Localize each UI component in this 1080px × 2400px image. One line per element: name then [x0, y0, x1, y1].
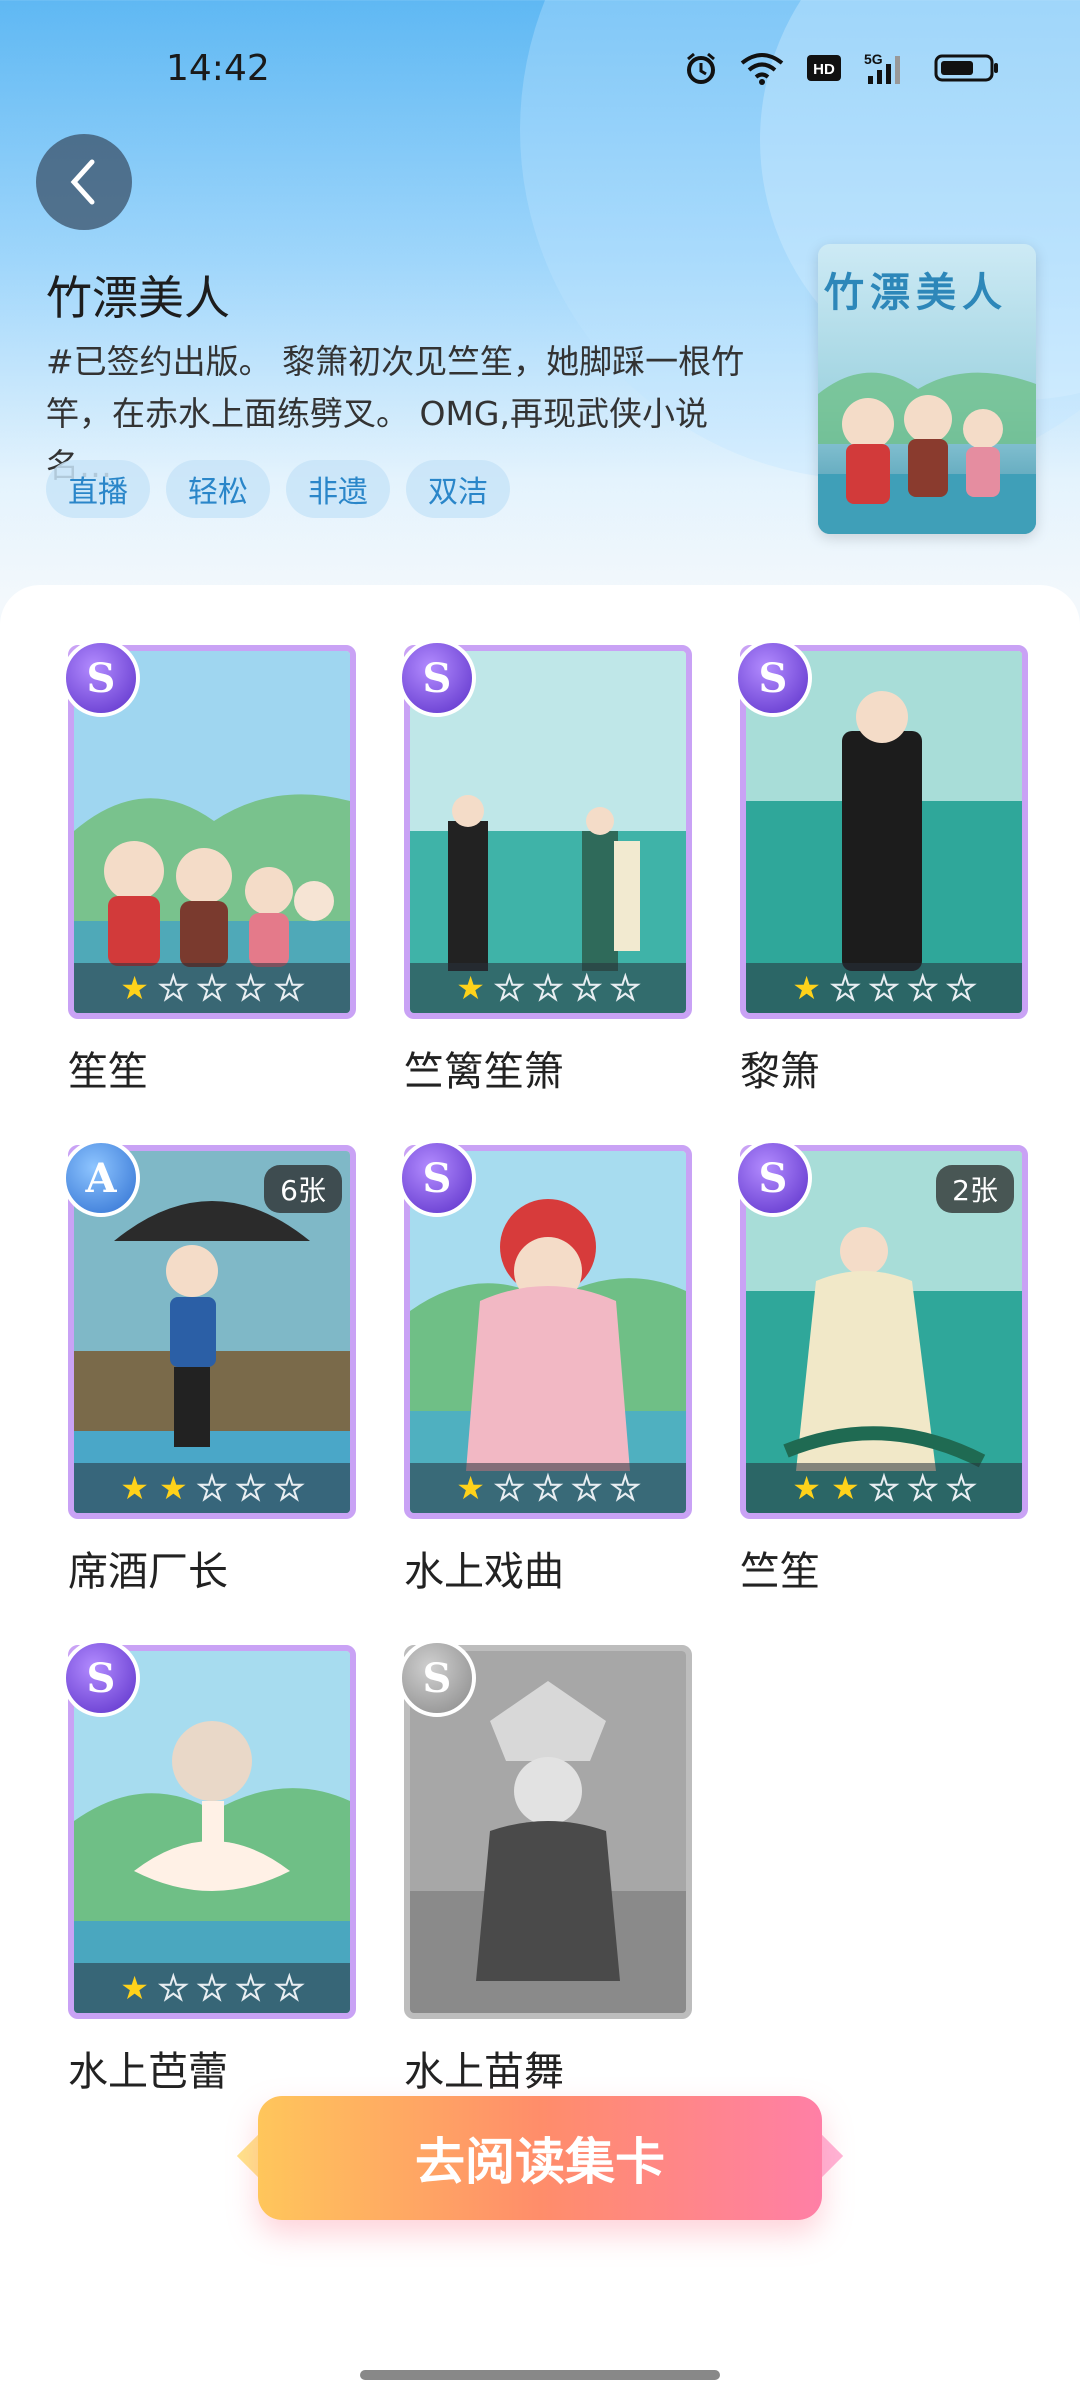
card-item[interactable]: ★ ★ ★ ★ ★ S 水上芭蕾	[62, 1639, 368, 2097]
card-name: 黎箫	[740, 1049, 820, 1095]
card-item[interactable]: ★ ★ ★ ★ ★ S 笙笙	[62, 639, 368, 1097]
star-empty-icon: ★	[158, 1969, 189, 2007]
star-empty-icon: ★	[235, 1469, 266, 1507]
star-empty-icon: ★	[946, 1469, 977, 1507]
book-cover[interactable]: 竹漂美人	[818, 244, 1036, 534]
star-rating: ★ ★ ★ ★ ★	[410, 1463, 686, 1513]
star-rating: ★ ★ ★ ★ ★	[74, 1463, 350, 1513]
book-title: 竹漂美人	[46, 271, 230, 325]
svg-text:HD: HD	[813, 61, 835, 78]
star-empty-icon: ★	[533, 1469, 564, 1507]
star-empty-icon: ★	[610, 1469, 641, 1507]
star-rating: ★ ★ ★ ★ ★	[410, 963, 686, 1013]
star-empty-icon: ★	[869, 1469, 900, 1507]
star-empty-icon: ★	[869, 969, 900, 1007]
rarity-badge: A	[62, 1139, 140, 1217]
star-rating: ★ ★ ★ ★ ★	[74, 963, 350, 1013]
star-empty-icon: ★	[830, 969, 861, 1007]
star-empty-icon: ★	[494, 969, 525, 1007]
signal-5g-icon: 5G	[864, 50, 912, 86]
chevron-left-icon	[70, 159, 95, 205]
star-filled-icon: ★	[456, 1469, 485, 1507]
star-filled-icon: ★	[120, 1469, 149, 1507]
card-name: 水上戏曲	[404, 1549, 564, 1595]
star-empty-icon: ★	[907, 1469, 938, 1507]
tag[interactable]: 轻松	[166, 460, 270, 518]
back-button[interactable]	[36, 134, 132, 230]
star-empty-icon: ★	[274, 1469, 305, 1507]
card-name: 水上苗舞	[404, 2049, 564, 2095]
tag-list: 直播 轻松 非遗 双洁	[46, 460, 510, 518]
rarity-badge: S	[734, 1139, 812, 1217]
tag[interactable]: 双洁	[406, 460, 510, 518]
read-collect-cards-button[interactable]: 去阅读集卡	[258, 2096, 822, 2220]
star-empty-icon: ★	[197, 1969, 228, 2007]
card-item[interactable]: 6张 ★ ★ ★ ★ ★ A 席酒厂长	[62, 1139, 368, 1597]
star-empty-icon: ★	[197, 969, 228, 1007]
card-count-badge: 6张	[264, 1165, 342, 1213]
wifi-icon	[740, 50, 784, 86]
hd-icon: HD	[806, 50, 842, 86]
star-empty-icon: ★	[158, 969, 189, 1007]
star-rating: ★ ★ ★ ★ ★	[74, 1963, 350, 2013]
star-empty-icon: ★	[610, 969, 641, 1007]
rarity-badge: S	[398, 1139, 476, 1217]
battery-icon	[934, 50, 1000, 86]
card-item-locked[interactable]: S 水上苗舞	[398, 1639, 704, 2097]
star-rating: ★ ★ ★ ★ ★	[746, 963, 1022, 1013]
status-bar: 14:42 HD 5G	[0, 0, 1080, 140]
tag[interactable]: 直播	[46, 460, 150, 518]
star-filled-icon: ★	[456, 969, 485, 1007]
star-filled-icon: ★	[120, 1969, 149, 2007]
star-empty-icon: ★	[946, 969, 977, 1007]
star-empty-icon: ★	[235, 1969, 266, 2007]
card-item[interactable]: ★ ★ ★ ★ ★ S 黎箫	[734, 639, 1040, 1097]
card-item[interactable]: 2张 ★ ★ ★ ★ ★ S 竺笙	[734, 1139, 1040, 1597]
star-empty-icon: ★	[274, 1969, 305, 2007]
home-indicator[interactable]	[360, 2370, 720, 2380]
star-filled-icon: ★	[830, 1469, 860, 1507]
cover-illustration	[818, 372, 1036, 534]
star-empty-icon: ★	[533, 969, 564, 1007]
star-rating: ★ ★ ★ ★ ★	[746, 1463, 1022, 1513]
card-name: 竺笙	[740, 1549, 820, 1595]
card-name: 笙笙	[68, 1049, 148, 1095]
star-empty-icon: ★	[274, 969, 305, 1007]
star-empty-icon: ★	[571, 969, 602, 1007]
card-item[interactable]: ★ ★ ★ ★ ★ S 水上戏曲	[398, 1139, 704, 1597]
alarm-icon	[684, 50, 718, 86]
star-empty-icon: ★	[907, 969, 938, 1007]
star-empty-icon: ★	[197, 1469, 228, 1507]
card-item[interactable]: ★ ★ ★ ★ ★ S 竺篱笙箫	[398, 639, 704, 1097]
card-name: 席酒厂长	[68, 1549, 228, 1595]
rarity-badge: S	[398, 639, 476, 717]
star-filled-icon: ★	[158, 1469, 188, 1507]
card-count-badge: 2张	[936, 1165, 1014, 1213]
star-empty-icon: ★	[235, 969, 266, 1007]
rarity-badge: S	[62, 639, 140, 717]
card-name: 水上芭蕾	[68, 2049, 228, 2095]
star-filled-icon: ★	[792, 969, 821, 1007]
tag[interactable]: 非遗	[286, 460, 390, 518]
rarity-badge: S	[734, 639, 812, 717]
rarity-badge: S	[62, 1639, 140, 1717]
status-time: 14:42	[166, 48, 270, 89]
star-empty-icon: ★	[494, 1469, 525, 1507]
star-empty-icon: ★	[571, 1469, 602, 1507]
svg-text:5G: 5G	[864, 51, 883, 67]
star-filled-icon: ★	[792, 1469, 821, 1507]
rarity-badge: S	[398, 1639, 476, 1717]
star-filled-icon: ★	[120, 969, 149, 1007]
card-name: 竺篱笙箫	[404, 1049, 564, 1095]
